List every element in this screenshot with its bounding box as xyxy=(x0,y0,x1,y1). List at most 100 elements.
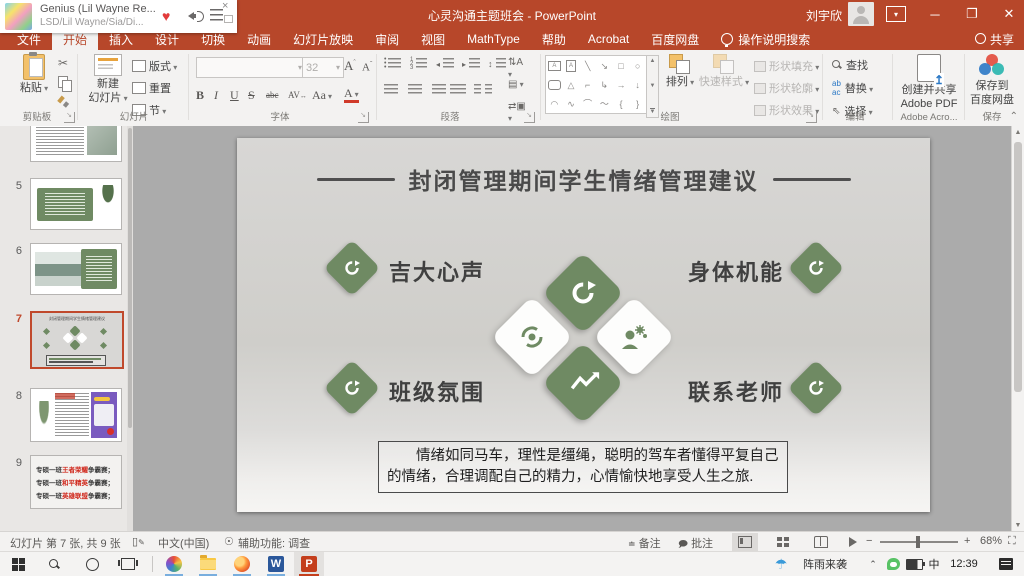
thumbnail-slide-7[interactable]: 封闭管理期间学生情绪管理建议 xyxy=(30,311,124,369)
item-label-bjfw[interactable]: 班级氛围 xyxy=(389,375,485,407)
shape-rectangle-icon[interactable]: □ xyxy=(618,61,623,71)
shape-scribble-icon[interactable]: ∿ xyxy=(567,99,575,109)
line-spacing-button[interactable]: ↕ xyxy=(488,58,506,72)
justify-button[interactable] xyxy=(450,84,468,98)
zoom-slider-thumb[interactable] xyxy=(916,536,920,548)
taskbar-search-button[interactable] xyxy=(40,552,68,576)
new-slide-button[interactable]: 新建 幻灯片 xyxy=(84,54,132,105)
replace-button[interactable]: abac替换 xyxy=(832,79,873,97)
quote-textbox[interactable]: 情绪如同马车，理性是缰绳，聪明的驾车者懂得平复自己的情绪，合理调配自己的精力，心… xyxy=(378,441,788,493)
file-explorer-taskbar-button[interactable] xyxy=(194,552,222,576)
shape-outline-button[interactable]: 形状轮廓 xyxy=(754,80,819,96)
italic-button[interactable]: I xyxy=(214,88,218,103)
save-to-baidu-button[interactable]: 保存到 百度网盘 xyxy=(966,54,1018,106)
accessibility-status[interactable]: 辅助功能: 调查 xyxy=(238,535,310,551)
shape-textbox-icon[interactable]: A xyxy=(548,61,561,71)
slide-sorter-view-button[interactable] xyxy=(770,533,796,551)
word-taskbar-button[interactable]: W xyxy=(262,552,290,576)
restore-button[interactable]: ❐ xyxy=(955,0,989,28)
zoom-out-button[interactable]: − xyxy=(866,535,872,547)
language-indicator[interactable]: 中文(中国) xyxy=(158,535,209,551)
shape-down-arrow-icon[interactable]: ↓ xyxy=(635,80,640,90)
character-spacing-button[interactable]: AV↔ xyxy=(288,90,307,100)
clock[interactable]: 12:39 xyxy=(944,552,984,576)
align-right-button[interactable] xyxy=(428,84,446,98)
tab-animations[interactable]: 动画 xyxy=(236,28,282,50)
numbering-button[interactable]: 123 xyxy=(410,58,428,72)
paragraph-dialog-launcher[interactable]: ↘ xyxy=(524,112,535,123)
account-name[interactable]: 刘宇欣 xyxy=(806,7,842,24)
shape-curved-connector-icon[interactable]: ↳ xyxy=(601,80,609,90)
slide-title[interactable]: 封闭管理期间学生情绪管理建议 xyxy=(237,162,930,196)
tab-view[interactable]: 视图 xyxy=(410,28,456,50)
cortana-button[interactable] xyxy=(78,552,106,576)
grow-font-button[interactable]: Aˆ xyxy=(344,58,356,74)
browser-taskbar-button[interactable] xyxy=(160,552,188,576)
paste-button[interactable]: 粘贴 xyxy=(12,54,56,95)
thumbnail-slide-9[interactable]: 专硕一班王者荣耀争霸赛； 专硕一班和平精英争霸赛； 专硕一班英雄联盟争霸赛； xyxy=(30,455,122,509)
font-name-combobox[interactable]: ▾ xyxy=(196,57,306,78)
zoom-level[interactable]: 68% xyxy=(980,535,1002,547)
tell-me-search[interactable]: 操作说明搜索 xyxy=(710,28,821,50)
normal-view-button[interactable] xyxy=(732,533,758,551)
thumbnail-slide-5[interactable] xyxy=(30,178,122,230)
item-label-lxls[interactable]: 联系老师 xyxy=(688,375,784,407)
font-size-combobox[interactable]: 32▾ xyxy=(302,57,344,78)
tab-acrobat[interactable]: Acrobat xyxy=(577,28,640,50)
task-view-button[interactable] xyxy=(114,552,142,576)
change-case-button[interactable]: Aa xyxy=(312,88,332,103)
bullets-button[interactable]: ••• xyxy=(384,58,402,72)
close-button[interactable]: ✕ xyxy=(992,0,1024,28)
shrink-font-button[interactable]: Aˇ xyxy=(362,60,372,74)
slide-counter[interactable]: 幻灯片 第 7 张, 共 9 张 xyxy=(10,535,121,551)
tab-mathtype[interactable]: MathType xyxy=(456,28,531,50)
scrollbar-thumb[interactable] xyxy=(1014,142,1022,392)
canvas-scrollbar[interactable]: ▲ ▼ xyxy=(1011,126,1024,532)
align-text-button[interactable]: ▤ xyxy=(508,78,526,92)
tab-slideshow[interactable]: 幻灯片放映 xyxy=(282,28,364,50)
shape-rounded-rect-icon[interactable] xyxy=(548,80,561,90)
tray-expand-icon[interactable]: ⌃ xyxy=(866,552,880,576)
avatar[interactable] xyxy=(848,2,874,26)
thumbnail-slide-6[interactable] xyxy=(30,243,122,295)
battery-tray-icon[interactable] xyxy=(904,552,924,576)
columns-button[interactable] xyxy=(474,84,492,98)
shape-arrow-icon[interactable]: ↘ xyxy=(601,61,609,71)
scroll-up-icon[interactable]: ▲ xyxy=(1012,126,1024,139)
align-center-button[interactable] xyxy=(406,84,424,98)
slideshow-view-button[interactable] xyxy=(840,533,866,551)
ribbon-display-options-icon[interactable]: ▾ xyxy=(886,6,906,22)
find-button[interactable]: 查找 xyxy=(832,57,868,73)
share-button[interactable]: 共享 xyxy=(975,28,1014,50)
item-diamond-jdxs[interactable] xyxy=(324,240,381,297)
shape-arc-icon[interactable]: ⌒ xyxy=(583,99,592,109)
shape-right-brace-icon[interactable]: } xyxy=(636,99,639,109)
wechat-tray-icon[interactable] xyxy=(884,552,902,576)
shapes-gallery[interactable]: A A ╲ ↘ □ ○ △ ⌐ ↳ → ↓ ◠ ∿ ⌒ ～ { } xyxy=(545,55,647,114)
quick-styles-button[interactable]: 快速样式 xyxy=(698,54,750,89)
like-heart-icon[interactable]: ♥ xyxy=(162,8,170,24)
item-diamond-bjfw[interactable] xyxy=(324,360,381,417)
player-restore-icon[interactable] xyxy=(224,15,233,23)
center-diamond-cluster[interactable] xyxy=(488,245,678,435)
music-player-widget[interactable]: Genius (Lil Wayne Re... LSD/Lil Wayne/Si… xyxy=(0,0,237,33)
text-direction-button[interactable]: ⇅A xyxy=(508,56,526,70)
player-close-icon[interactable]: × xyxy=(222,0,228,12)
cut-icon[interactable]: ✂ xyxy=(58,56,68,70)
shape-elbow-connector-icon[interactable]: ⌐ xyxy=(585,80,590,90)
firefox-taskbar-button[interactable] xyxy=(228,552,256,576)
item-label-stjn[interactable]: 身体机能 xyxy=(688,255,784,287)
volume-icon[interactable] xyxy=(188,9,204,23)
font-color-button[interactable]: A xyxy=(344,88,359,103)
format-painter-icon[interactable] xyxy=(58,96,70,108)
arrange-button[interactable]: 排列 xyxy=(662,54,698,89)
ime-indicator[interactable]: 中 xyxy=(926,552,942,576)
spellcheck-icon[interactable]: ▯✎ xyxy=(132,535,145,548)
tab-help[interactable]: 帮助 xyxy=(531,28,577,50)
shape-left-brace-icon[interactable]: { xyxy=(619,99,622,109)
underline-button[interactable]: U xyxy=(230,88,239,103)
tab-review[interactable]: 审阅 xyxy=(364,28,410,50)
decrease-indent-button[interactable]: ◂ xyxy=(436,58,454,72)
layout-button[interactable]: 版式 xyxy=(132,58,177,74)
thumbnail-slide-8[interactable] xyxy=(30,388,122,442)
